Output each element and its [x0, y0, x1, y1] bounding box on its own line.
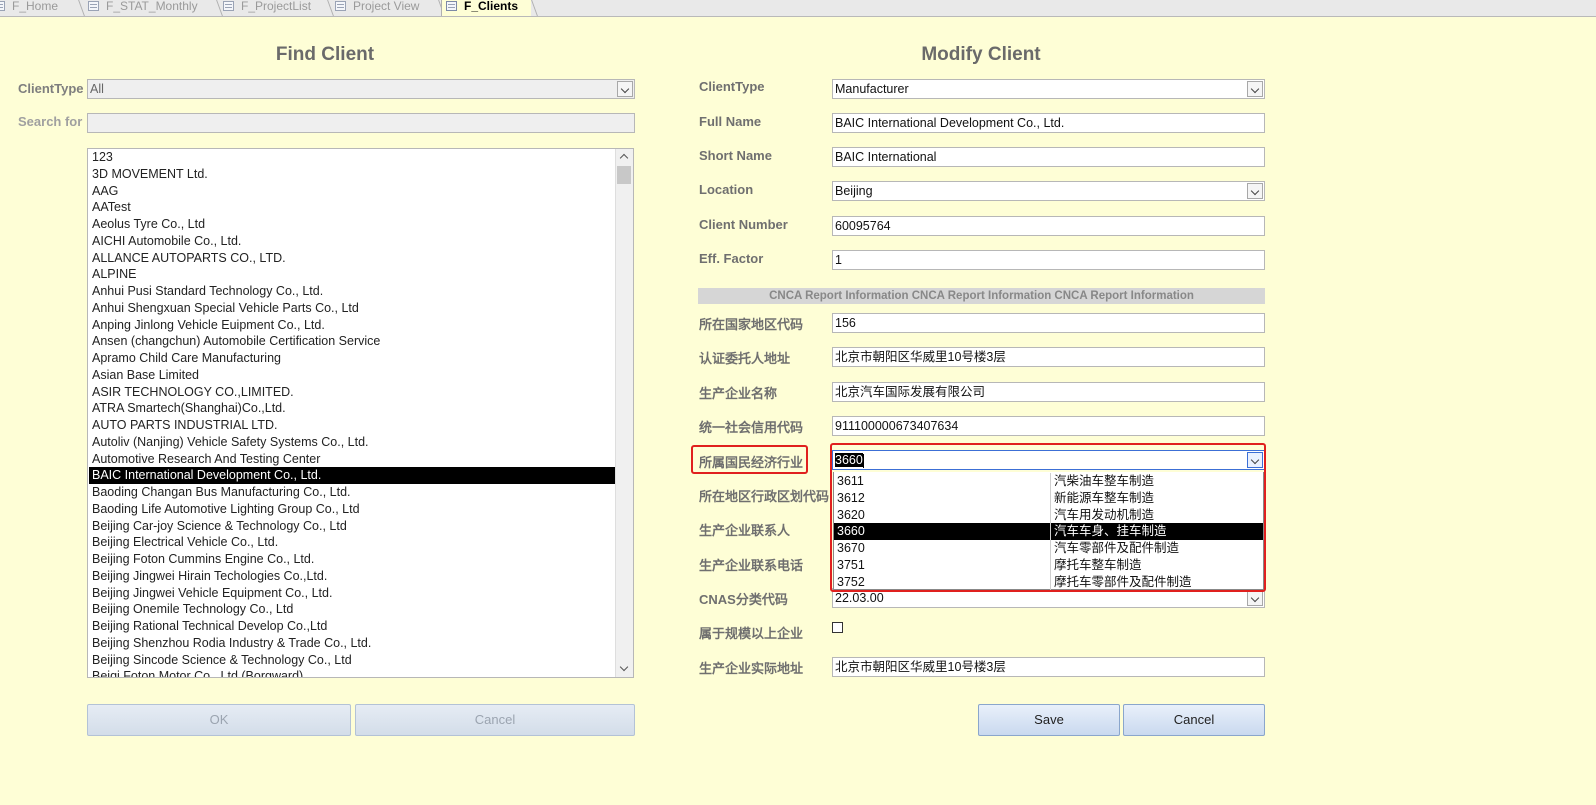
- actual-address-field[interactable]: 北京市朝阳区华威里10号楼3层: [832, 657, 1265, 677]
- list-item[interactable]: Beijing Onemile Technology Co., Ltd: [91, 601, 617, 618]
- list-item[interactable]: ATRA Smartech(Shanghai)Co.,Ltd.: [91, 400, 617, 417]
- clienttype-label: ClientType: [699, 79, 765, 94]
- fullname-field[interactable]: BAIC International Development Co., Ltd.: [832, 113, 1265, 133]
- tab-project-view[interactable]: Project View: [331, 0, 445, 16]
- list-item[interactable]: 3D MOVEMENT Ltd.: [91, 166, 617, 183]
- list-item[interactable]: Beijing Jingwei Vehicle Equipment Co., L…: [91, 585, 617, 602]
- list-item[interactable]: Anhui Shengxuan Special Vehicle Parts Co…: [91, 300, 617, 317]
- above-scale-label: 属于规模以上企业: [699, 626, 804, 641]
- location-select[interactable]: Beijing: [832, 181, 1265, 201]
- list-item[interactable]: Autoliv (Nanjing) Vehicle Safety Systems…: [91, 434, 617, 451]
- scroll-thumb[interactable]: [617, 166, 631, 184]
- list-item[interactable]: AUTO PARTS INDUSTRIAL LTD.: [91, 417, 617, 434]
- clientnumber-label: Client Number: [699, 217, 788, 232]
- ok-button[interactable]: OK: [87, 704, 351, 736]
- list-item[interactable]: AICHI Automobile Co., Ltd.: [91, 233, 617, 250]
- scroll-up-icon[interactable]: [616, 149, 633, 165]
- scroll-down-icon[interactable]: [616, 661, 633, 677]
- search-input[interactable]: [87, 113, 635, 133]
- list-item[interactable]: BAIC International Development Co., Ltd.: [89, 467, 617, 485]
- country-code-field[interactable]: 156: [832, 313, 1265, 333]
- list-item[interactable]: AATest: [91, 199, 617, 216]
- form-icon: [0, 1, 5, 11]
- list-item[interactable]: ALLANCE AUTOPARTS CO., LTD.: [91, 250, 617, 267]
- search-for-label: Search for: [18, 114, 83, 129]
- cnca-section-header: CNCA Report Information CNCA Report Info…: [698, 288, 1265, 304]
- region-code-label: 所在地区行政区划代码: [699, 489, 830, 504]
- chevron-down-icon[interactable]: [617, 81, 633, 97]
- list-item[interactable]: Beiqi Foton Motor Co., Ltd (Borgward): [91, 668, 617, 677]
- actual-address-label: 生产企业实际地址: [699, 661, 804, 676]
- list-item[interactable]: Asian Base Limited: [91, 367, 617, 384]
- list-item[interactable]: Ansen (changchun) Automobile Certificati…: [91, 333, 617, 350]
- list-item[interactable]: Aeolus Tyre Co., Ltd: [91, 216, 617, 233]
- list-item[interactable]: Baoding Changan Bus Manufacturing Co., L…: [91, 484, 617, 501]
- clientnumber-field[interactable]: 60095764: [832, 216, 1265, 236]
- form-icon: [335, 1, 346, 11]
- form-icon: [223, 1, 234, 11]
- document-tab-bar: F_Home F_STAT_Monthly F_ProjectList Proj…: [0, 0, 1596, 17]
- list-item[interactable]: Automotive Research And Testing Center: [91, 451, 617, 468]
- list-item[interactable]: Baoding Life Automotive Lighting Group C…: [91, 501, 617, 518]
- modify-cancel-button[interactable]: Cancel: [1123, 704, 1265, 736]
- list-item[interactable]: Apramo Child Care Manufacturing: [91, 350, 617, 367]
- list-item[interactable]: Anhui Pusi Standard Technology Co., Ltd.: [91, 283, 617, 300]
- efffactor-label: Eff. Factor: [699, 251, 764, 266]
- list-item[interactable]: Beijing Rational Technical Develop Co.,L…: [91, 618, 617, 635]
- industry-dropdown-highlight: [830, 443, 1266, 592]
- credit-code-field[interactable]: 911100000673407634: [832, 416, 1265, 436]
- industry-label: 所属国民经济行业: [699, 455, 804, 470]
- find-clienttype-select[interactable]: All: [87, 79, 635, 99]
- client-listbox[interactable]: 123 3D MOVEMENT Ltd. AAG AATest Aeolus Tyre …: [87, 148, 634, 678]
- save-button[interactable]: Save: [978, 704, 1120, 736]
- chevron-down-icon[interactable]: [1247, 81, 1263, 97]
- tab-f-projectlist[interactable]: F_ProjectList: [219, 0, 334, 16]
- form-icon: [88, 1, 99, 11]
- chevron-down-icon[interactable]: [1247, 183, 1263, 199]
- list-item[interactable]: AAG: [91, 183, 617, 200]
- shortname-label: Short Name: [699, 148, 772, 163]
- modify-client-title: Modify Client: [921, 44, 1041, 65]
- shortname-field[interactable]: BAIC International: [832, 147, 1265, 167]
- above-scale-checkbox[interactable]: [832, 622, 843, 633]
- applicant-address-field[interactable]: 北京市朝阳区华威里10号楼3层: [832, 347, 1265, 367]
- tab-f-stat-monthly[interactable]: F_STAT_Monthly: [84, 0, 223, 16]
- cnas-label: CNAS分类代码: [699, 592, 788, 607]
- manufacturer-name-label: 生产企业名称: [699, 386, 778, 401]
- list-item[interactable]: 123: [91, 149, 617, 166]
- country-code-label: 所在国家地区代码: [699, 317, 804, 332]
- clienttype-select[interactable]: Manufacturer: [832, 79, 1265, 99]
- applicant-address-label: 认证委托人地址: [699, 351, 791, 366]
- form-icon: [446, 1, 457, 11]
- list-item[interactable]: Beijing Sincode Science & Technology Co.…: [91, 652, 617, 669]
- find-clienttype-label: ClientType: [18, 81, 84, 96]
- list-item[interactable]: ALPINE: [91, 266, 617, 283]
- list-scrollbar[interactable]: [615, 149, 633, 677]
- manufacturer-name-field[interactable]: 北京汽车国际发展有限公司: [832, 382, 1265, 402]
- list-item[interactable]: Beijing Car-joy Science & Technology Co.…: [91, 518, 617, 535]
- list-item[interactable]: ASIR TECHNOLOGY CO.,LIMITED.: [91, 384, 617, 401]
- contact-label: 生产企业联系人: [699, 523, 791, 538]
- credit-code-label: 统一社会信用代码: [699, 420, 804, 435]
- list-item[interactable]: Anping Jinlong Vehicle Euipment Co., Ltd…: [91, 317, 617, 334]
- location-label: Location: [699, 182, 754, 197]
- find-cancel-button[interactable]: Cancel: [355, 704, 635, 736]
- efffactor-field[interactable]: 1: [832, 250, 1265, 270]
- list-item[interactable]: Beijing Shenzhou Rodia Industry & Trade …: [91, 635, 617, 652]
- fullname-label: Full Name: [699, 114, 762, 129]
- find-client-title: Find Client: [275, 44, 375, 65]
- phone-label: 生产企业联系电话: [699, 558, 804, 573]
- list-item[interactable]: Beijing Jingwei Hirain Techologies Co.,L…: [91, 568, 617, 585]
- tab-f-home[interactable]: F_Home: [0, 0, 85, 16]
- chevron-down-icon[interactable]: [1247, 590, 1263, 606]
- tab-f-clients[interactable]: F_Clients: [441, 0, 538, 16]
- list-item[interactable]: Beijing Foton Cummins Engine Co., Ltd.: [91, 551, 617, 568]
- list-item[interactable]: Beijing Electrical Vehicle Co., Ltd.: [91, 534, 617, 551]
